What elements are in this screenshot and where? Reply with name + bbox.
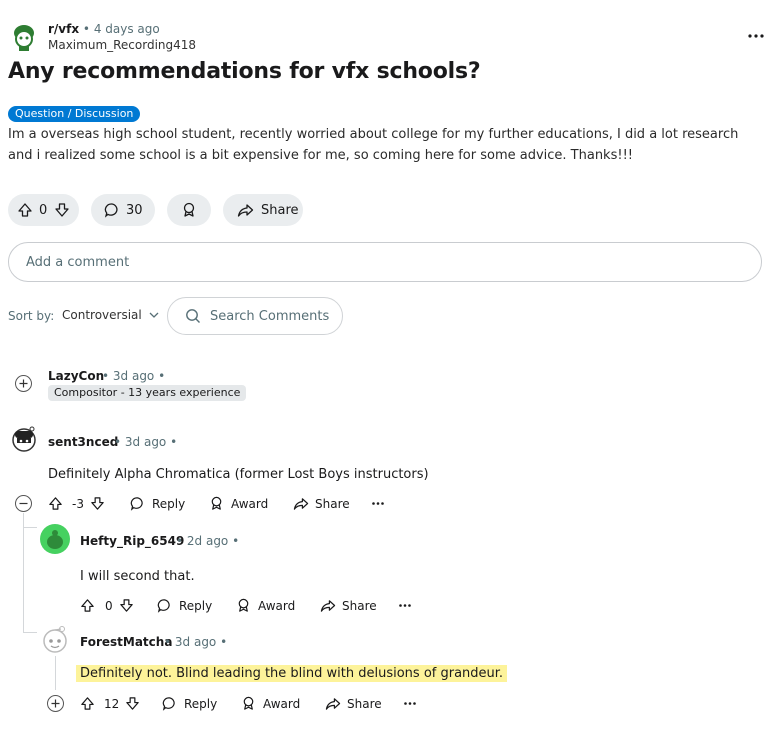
comment-author[interactable]: sent3nced [48,435,118,449]
award-button[interactable]: Award [236,598,295,613]
chevron-down-icon [149,312,159,318]
vote-controls: 12 [80,696,140,711]
thread-connector [23,527,37,528]
more-options-icon[interactable] [404,696,416,711]
subreddit-link[interactable]: r/vfx [48,22,79,36]
award-label: Award [258,598,296,613]
add-comment-placeholder: Add a comment [26,255,130,270]
share-label: Share [347,696,382,711]
share-button[interactable]: Share [325,696,382,711]
award-icon [181,202,197,218]
search-icon [185,308,201,324]
upvote-icon[interactable] [80,696,95,711]
vote-controls: 0 [80,598,134,613]
upvote-icon[interactable] [48,496,63,511]
share-icon [325,696,341,711]
post-time: • 4 days ago [82,22,160,36]
avatar[interactable] [40,524,70,554]
downvote-icon[interactable] [119,598,134,613]
share-button[interactable]: Share [223,194,303,226]
reply-label: Reply [179,598,213,613]
comment-text: I will second that. [80,569,195,584]
vote-pill: 0 [8,194,79,226]
vote-controls: -3 [48,496,105,511]
thread-line [23,513,24,633]
award-icon [236,598,251,613]
award-label: Award [263,696,301,711]
sort-dropdown[interactable]: Controversial [62,308,159,322]
upvote-icon[interactable] [17,202,33,218]
comment-time: • 3d ago • [164,635,228,649]
comment-text: Definitely Alpha Chromatica (former Lost… [48,467,429,482]
reply-button[interactable]: Reply [130,496,185,511]
reply-button[interactable]: Reply [157,598,212,613]
post-meta: r/vfx • 4 days ago [48,22,160,36]
downvote-icon[interactable] [125,696,140,711]
thread-line [55,656,56,690]
comment-icon [162,696,177,711]
user-flair: Compositor - 13 years experience [48,385,247,401]
search-comments-input[interactable]: Search Comments [167,297,343,335]
share-icon [320,598,336,613]
award-button[interactable]: Award [209,496,268,511]
comment-author[interactable]: LazyCon [48,369,104,383]
comment-vote-count: 12 [104,696,120,711]
reply-button[interactable]: Reply [162,696,217,711]
reply-label: Reply [184,696,218,711]
share-button[interactable]: Share [293,496,350,511]
share-button[interactable]: Share [320,598,377,613]
post-flair[interactable]: Question / Discussion [8,106,141,122]
comment-icon [104,202,120,218]
share-label: Share [315,496,350,511]
share-icon [293,496,309,511]
search-placeholder: Search Comments [210,309,330,324]
upvote-icon[interactable] [80,598,95,613]
comment-author[interactable]: Hefty_Rip_6549 [80,534,184,548]
comment-vote-count: -3 [72,496,84,511]
award-label: Award [231,496,269,511]
subreddit-avatar[interactable] [8,20,40,52]
expand-thread-icon[interactable] [15,375,32,392]
comment-time: • 2d ago • [176,534,240,548]
add-comment-input[interactable]: Add a comment [8,242,762,282]
post-body: Im a overseas high school student, recen… [8,127,739,163]
more-options-icon[interactable] [372,496,384,511]
more-options-icon[interactable] [399,598,411,613]
more-options-icon[interactable] [746,28,766,44]
avatar[interactable] [40,624,70,654]
avatar[interactable] [10,425,38,453]
post-vote-count: 0 [39,202,48,218]
award-button[interactable] [167,194,211,226]
comment-author[interactable]: ForestMatcha [80,635,172,649]
comment-vote-count: 0 [105,598,113,613]
share-label: Share [342,598,377,613]
share-icon [237,202,254,218]
thread-connector [23,632,37,633]
comments-button[interactable]: 30 [91,194,155,226]
comment-time: • 3d ago • [114,435,178,449]
comment-icon [130,496,145,511]
expand-thread-icon[interactable] [47,695,64,712]
comment-text: Definitely not. Blind leading the blind … [76,665,508,682]
post-author[interactable]: Maximum_Recording418 [48,38,196,52]
highlighted-text: Definitely not. Blind leading the blind … [76,665,508,682]
downvote-icon[interactable] [54,202,70,218]
downvote-icon[interactable] [90,496,105,511]
award-button[interactable]: Award [241,696,300,711]
post-title: Any recommendations for vfx schools? [8,59,481,84]
collapse-thread-icon[interactable] [15,495,32,512]
comment-icon [157,598,172,613]
reply-label: Reply [152,496,186,511]
award-icon [241,696,256,711]
sort-label: Sort by: [8,309,55,323]
sort-value: Controversial [62,308,142,322]
comment-count: 30 [126,202,143,218]
comment-time: • 3d ago • [102,369,166,383]
share-label: Share [261,202,299,218]
award-icon [209,496,224,511]
